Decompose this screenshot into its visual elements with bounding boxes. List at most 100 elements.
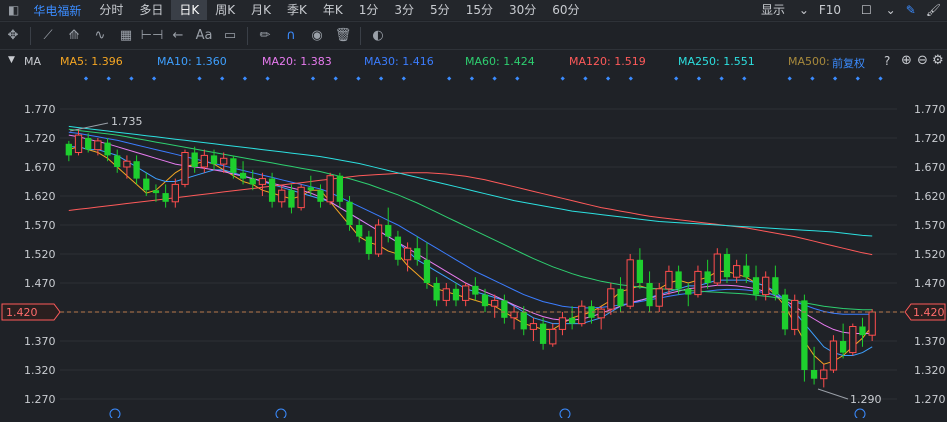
- kline-chart[interactable]: 1.770 1.770 1.720 1.720 1.670 1.670 1.620 1.620…: [0, 73, 947, 420]
- add-icon[interactable]: ⊕: [901, 53, 912, 68]
- event-marker: [832, 76, 838, 81]
- candle-body: [85, 138, 92, 150]
- eraser-icon[interactable]: ✏: [252, 25, 278, 47]
- candle-body: [665, 270, 673, 290]
- event-marker: [810, 76, 815, 81]
- candle-body: [520, 312, 527, 330]
- measure-icon[interactable]: ⊢⊣: [139, 25, 165, 47]
- candle-body: [326, 175, 334, 203]
- tab-8[interactable]: 3分: [386, 0, 422, 20]
- candle-body: [849, 326, 857, 354]
- event-marker: [674, 76, 679, 81]
- candle-body: [481, 294, 489, 307]
- candle-body: [65, 143, 72, 156]
- event-marker: [855, 76, 860, 81]
- layout-menu[interactable]: ☐ ⌄: [851, 3, 896, 17]
- display-menu[interactable]: 显示 ⌄: [751, 1, 809, 18]
- tab-6[interactable]: 年K: [315, 0, 351, 20]
- candle-body: [752, 277, 760, 295]
- tab-1[interactable]: 多日: [131, 0, 171, 20]
- sidebar-toggle-icon[interactable]: ◧: [0, 3, 25, 17]
- square-icon: ☐: [861, 2, 872, 17]
- candle-body: [385, 225, 392, 237]
- candle-body: [162, 193, 169, 202]
- tab-9[interactable]: 5分: [422, 0, 458, 20]
- tab-10[interactable]: 15分: [458, 0, 501, 20]
- pencil-line-icon[interactable]: ⟰: [61, 25, 87, 47]
- period-tab-bar: ◧ 华电福新 分时 多日 日K 周K 月K 季K 年K 1分 3分 5分 15分 30分 60分 显示 …: [0, 0, 947, 20]
- eye-icon[interactable]: ◉: [304, 25, 330, 47]
- candle-body: [356, 225, 363, 237]
- candle-body: [510, 311, 518, 319]
- tab-4[interactable]: 月K: [243, 0, 279, 20]
- pen-icon[interactable]: ✎: [906, 3, 916, 17]
- tab-11[interactable]: 30分: [501, 0, 544, 20]
- toggle-icon[interactable]: ◐: [365, 25, 391, 47]
- candle-body: [772, 277, 779, 295]
- kline-svg[interactable]: 1.770 1.770 1.720 1.720 1.670 1.670 1.620 1.620…: [0, 73, 947, 420]
- event-marker: [106, 76, 111, 81]
- crosshair-icon[interactable]: ✥: [0, 25, 26, 47]
- tab-2[interactable]: 日K: [171, 0, 208, 20]
- candle-body: [829, 340, 838, 371]
- ma120-value: MA120: 1.519: [569, 55, 646, 68]
- candle-body: [723, 254, 731, 278]
- tab-12[interactable]: 60分: [544, 0, 587, 20]
- line-icon[interactable]: ⟋: [35, 25, 61, 47]
- chevron-down-icon: ⌄: [798, 3, 809, 17]
- magnet-icon[interactable]: ∩: [278, 25, 304, 47]
- candle-body: [104, 142, 111, 156]
- event-marker: [469, 76, 475, 81]
- y-tick-left: 1.520: [24, 248, 56, 261]
- candle-body: [433, 283, 440, 301]
- ma250-line: [68, 125, 873, 237]
- trash-icon[interactable]: 🗑: [330, 25, 356, 47]
- remove-icon[interactable]: ⊖: [917, 53, 928, 68]
- topbar-right: 显示 ⌄ F10 ☐ ⌄ ✎ 🖌: [741, 1, 941, 18]
- event-marker: [605, 76, 611, 81]
- adjust-mode[interactable]: 前复权: [832, 55, 865, 71]
- candle-body: [501, 300, 508, 318]
- collapse-icon[interactable]: ▼: [8, 55, 15, 65]
- candle-body: [346, 201, 353, 225]
- candle-body: [801, 300, 808, 370]
- stock-name[interactable]: 华电福新: [25, 2, 91, 19]
- ma120-line: [68, 172, 873, 256]
- f10-button[interactable]: F10: [819, 3, 841, 17]
- arrow-left-icon[interactable]: ←: [165, 25, 191, 47]
- ma250-value: MA250: 1.551: [678, 55, 755, 68]
- tab-0[interactable]: 分时: [91, 0, 131, 20]
- tab-5[interactable]: 季K: [279, 0, 315, 20]
- candle-body: [810, 370, 818, 379]
- y-tick-left: 1.670: [24, 161, 56, 174]
- tab-3[interactable]: 周K: [207, 0, 243, 20]
- comment-icon[interactable]: ▭: [217, 25, 243, 47]
- event-marker: [356, 76, 361, 81]
- candle-body: [636, 259, 644, 283]
- candle-body: [675, 271, 682, 289]
- y-tick-left: 1.270: [24, 393, 56, 406]
- text-tool-button[interactable]: Aa: [191, 25, 217, 47]
- candle-body: [152, 190, 160, 194]
- y-tick-right: 1.370: [914, 335, 946, 348]
- wave-icon[interactable]: ∿: [87, 25, 113, 47]
- help-icon[interactable]: ?: [884, 54, 890, 68]
- event-marker: [83, 76, 89, 81]
- ma20-line: [68, 134, 873, 334]
- brush-icon[interactable]: 🖌: [926, 3, 941, 17]
- high-label: 1.735: [111, 115, 143, 128]
- settings-icon[interactable]: ⚙: [932, 53, 944, 68]
- tab-7[interactable]: 1分: [351, 0, 387, 20]
- event-marker: [515, 76, 520, 81]
- event-marker: [447, 76, 452, 81]
- y-tick-left: 1.470: [24, 277, 56, 290]
- event-marker: [220, 76, 225, 81]
- event-icon: [109, 408, 121, 420]
- ma30-value: MA30: 1.416: [364, 55, 434, 68]
- grid-icon[interactable]: ▦: [113, 25, 139, 47]
- candle-body: [791, 299, 799, 330]
- candle-body: [191, 152, 198, 167]
- price-tag-right-text: 1.420: [913, 306, 945, 319]
- y-tick-left: 1.370: [24, 335, 56, 348]
- candle-body: [133, 161, 140, 179]
